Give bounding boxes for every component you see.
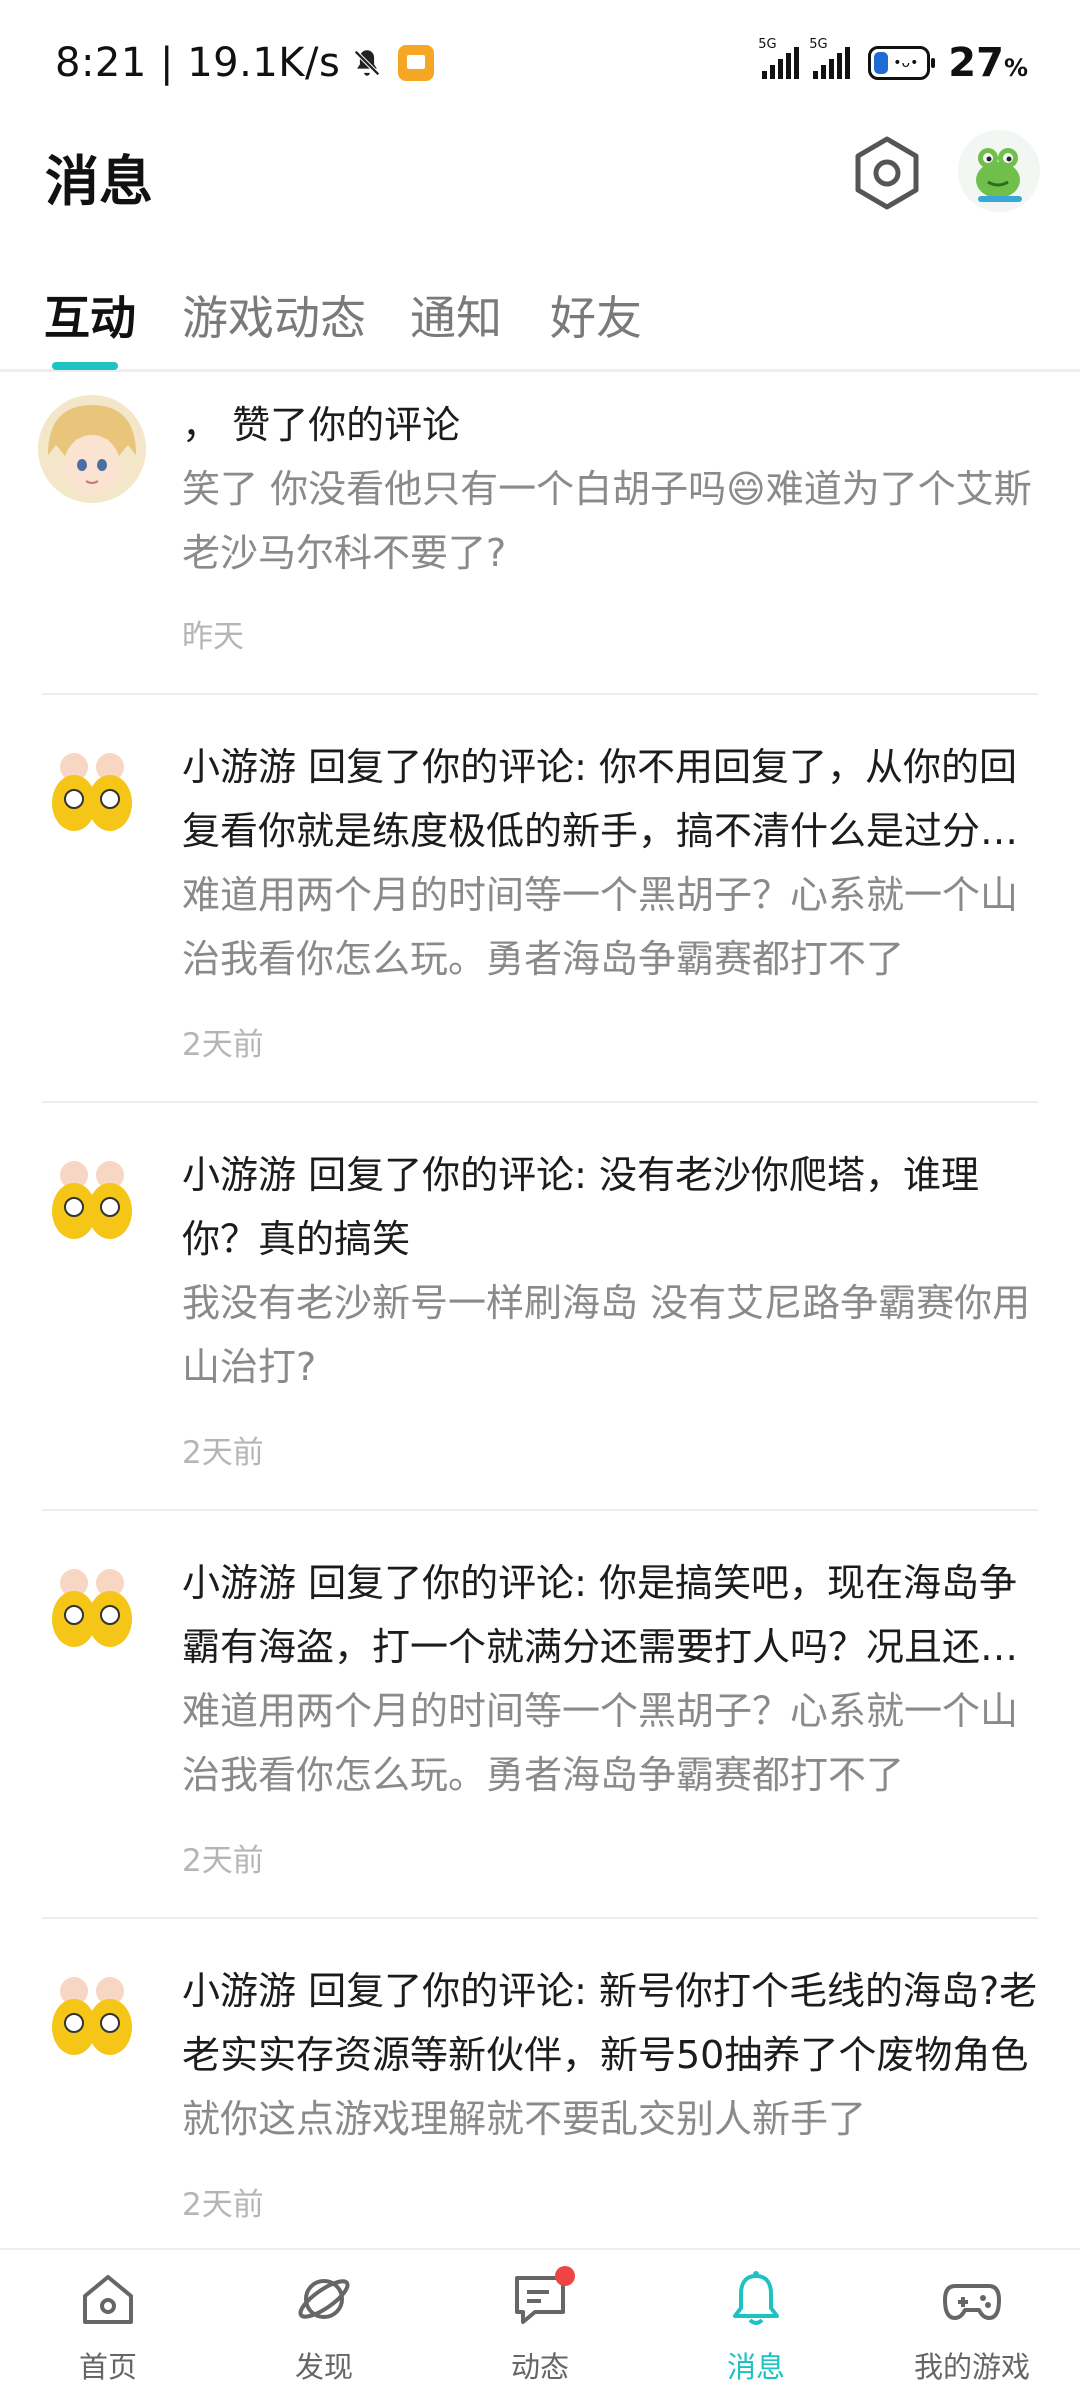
status-time-speed: 8:21 | 19.1K/s: [55, 40, 341, 86]
active-tab-indicator: [52, 362, 118, 370]
message-item[interactable]: 小游游 回复了你的评论: 你是搞笑吧，现在海岛争霸有海盗，打一个就满分还需要打人…: [0, 1511, 1080, 1919]
status-bar: 8:21 | 19.1K/s 5G 5G •ᴗ• 27%: [0, 0, 1080, 125]
home-icon: [83, 2275, 133, 2324]
message-title: 小游游 回复了你的评论: 你不用回复了，从你的回复看你就是练度极低的新手，搞不清…: [182, 745, 1019, 853]
message-item[interactable]: 小游游 回复了你的评论: 没有老沙你爬塔，谁理你？真的搞笑 我没有老沙新号一样刷…: [0, 1103, 1080, 1511]
status-left: 8:21 | 19.1K/s: [55, 38, 435, 88]
status-right: 5G 5G •ᴗ• 27%: [748, 37, 1028, 88]
network-label-2: 5G: [809, 37, 828, 52]
duck-avatar-icon: [38, 1961, 146, 2069]
unread-badge: [555, 2266, 575, 2286]
message-time: 昨天: [182, 619, 244, 655]
tab-friends[interactable]: 好友: [550, 282, 642, 348]
message-time: 2天前: [182, 1027, 264, 1063]
message-body: 难道用两个月的时间等一个黑胡子？心系就一个山治我看你怎么玩。勇者海岛争霸赛都打不…: [182, 873, 1019, 981]
message-title: 小游游 回复了你的评论: 没有老沙你爬塔，谁理你？真的搞笑: [182, 1153, 979, 1261]
message-time: 2天前: [182, 2187, 264, 2223]
nav-messages-label: 消息: [726, 2350, 785, 2384]
nav-messages[interactable]: 消息: [686, 2268, 826, 2386]
screen: 8:21 | 19.1K/s 5G 5G •ᴗ• 27% 消息 互动 游戏动态 …: [0, 0, 1080, 2400]
user-avatar[interactable]: [38, 1553, 146, 1661]
message-title: ， 赞了你的评论: [182, 403, 461, 447]
page-title: 消息: [45, 150, 153, 213]
frog-avatar-icon: [958, 130, 1040, 212]
user-avatar[interactable]: [38, 1145, 146, 1253]
nav-home[interactable]: 首页: [38, 2268, 178, 2386]
message-title: 小游游 回复了你的评论: 你是搞笑吧，现在海岛争霸有海盗，打一个就满分还需要打人…: [182, 1561, 1019, 1669]
user-avatar[interactable]: [38, 737, 146, 845]
message-title: 小游游 回复了你的评论: 新号你打个毛线的海岛?老老实实存资源等新伙伴，新号50…: [182, 1969, 1038, 2077]
nav-my-games-label: 我的游戏: [913, 2350, 1030, 2384]
mute-bell-icon: [354, 50, 381, 76]
message-time: 2天前: [182, 1843, 264, 1879]
nav-my-games[interactable]: 我的游戏: [902, 2268, 1042, 2386]
gamepad-icon: [943, 2284, 1001, 2320]
message-item[interactable]: ， 赞了你的评论 笑了 你没看他只有一个白胡子吗😄难道为了个艾斯 老沙马尔科不要…: [0, 375, 1080, 695]
message-time: 2天前: [182, 1435, 264, 1471]
network-label-1: 5G: [758, 37, 777, 52]
bottom-nav: 首页 发现 动态 消息 我的游戏: [0, 2248, 1080, 2400]
nav-discover[interactable]: 发现: [254, 2268, 394, 2386]
signal-icon-2: 5G: [809, 37, 851, 79]
header: 消息: [0, 125, 1080, 235]
chat-icon-wrapper: [509, 2266, 575, 2330]
message-body: 难道用两个月的时间等一个黑胡子？心系就一个山治我看你怎么玩。勇者海岛争霸赛都打不…: [182, 1689, 1019, 1797]
tab-game-updates[interactable]: 游戏动态: [182, 282, 366, 348]
anime-avatar-icon: [38, 395, 146, 503]
nav-discover-label: 发现: [294, 2350, 353, 2384]
message-body: 就你这点游戏理解就不要乱交别人新手了: [182, 2097, 867, 2141]
message-item[interactable]: 小游游 回复了你的评论: 你不用回复了，从你的回复看你就是练度极低的新手，搞不清…: [0, 695, 1080, 1103]
signal-icon-1: 5G: [758, 37, 800, 79]
battery-percent-value: 27: [948, 40, 1004, 86]
battery-percent-unit: %: [1003, 54, 1028, 82]
tab-interaction[interactable]: 互动: [44, 282, 136, 348]
battery-icon: •ᴗ•: [868, 46, 936, 80]
planet-icon: [298, 2279, 350, 2319]
message-body: 我没有老沙新号一样刷海岛 没有艾尼路争霸赛你用山治打?: [182, 1281, 1031, 1389]
app-notification-icon: [398, 45, 435, 81]
nav-feed[interactable]: 动态: [470, 2266, 610, 2386]
duck-avatar-icon: [38, 1145, 146, 1253]
bell-icon: [733, 2271, 779, 2325]
user-avatar[interactable]: [38, 1961, 146, 2069]
duck-avatar-icon: [38, 1553, 146, 1661]
settings-icon[interactable]: [852, 135, 922, 211]
nav-feed-label: 动态: [510, 2350, 569, 2384]
nav-home-label: 首页: [78, 2350, 137, 2384]
battery-face-icon: •ᴗ•: [893, 55, 919, 71]
tab-notifications[interactable]: 通知: [410, 282, 502, 348]
user-avatar[interactable]: [38, 395, 146, 503]
battery-percent: 27%: [948, 40, 1028, 86]
message-tabs: 互动 游戏动态 通知 好友: [0, 270, 1080, 372]
message-body: 笑了 你没看他只有一个白胡子吗😄难道为了个艾斯 老沙马尔科不要了?: [182, 467, 1032, 575]
message-item[interactable]: 小游游 回复了你的评论: 新号你打个毛线的海岛?老老实实存资源等新伙伴，新号50…: [0, 1919, 1080, 2249]
battery-level: [874, 52, 889, 74]
my-avatar[interactable]: [958, 130, 1040, 212]
duck-avatar-icon: [38, 737, 146, 845]
